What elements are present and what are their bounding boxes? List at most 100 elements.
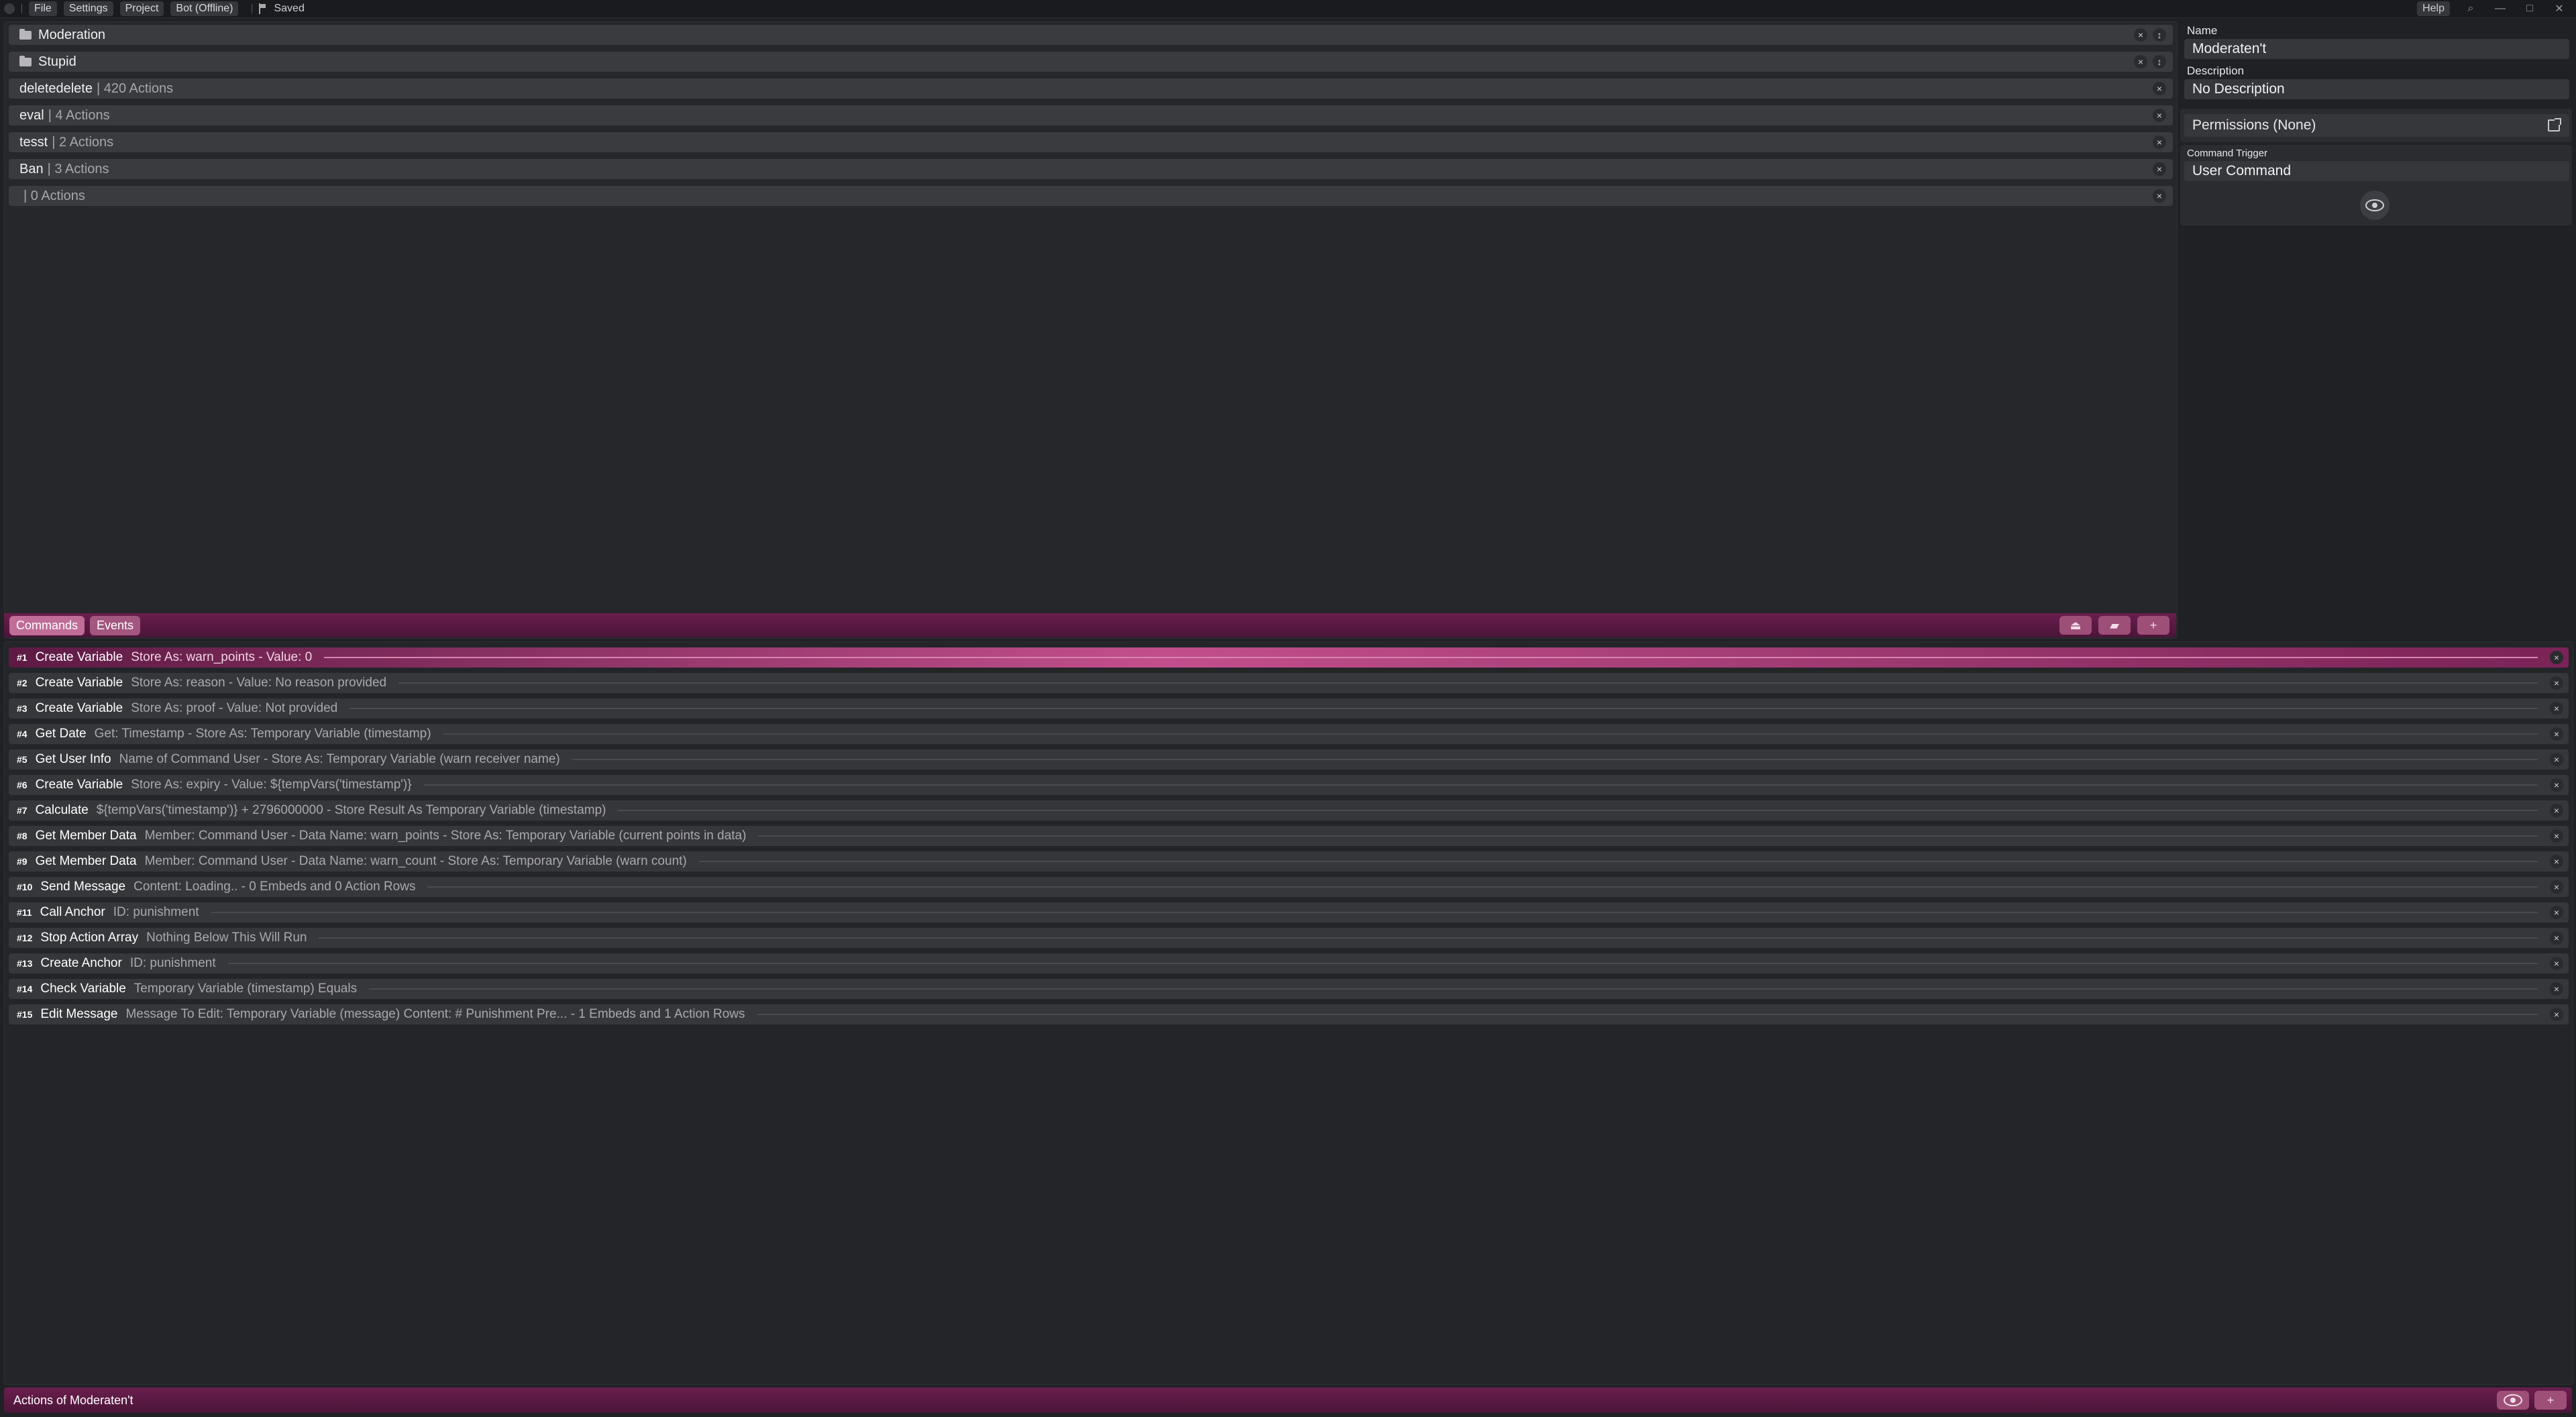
close-icon[interactable]: × [2153, 82, 2166, 95]
menu-separator [21, 4, 22, 13]
tab-events[interactable]: Events [90, 615, 141, 635]
close-icon[interactable]: × [2550, 982, 2563, 996]
action-row[interactable]: #14 Check Variable Temporary Variable (t… [9, 979, 2569, 999]
close-icon[interactable]: × [2550, 702, 2563, 715]
close-icon[interactable]: × [2550, 727, 2563, 741]
action-description: Member: Command User - Data Name: warn_p… [144, 829, 747, 843]
new-folder-icon[interactable]: ▰ [2098, 616, 2131, 635]
minimize-icon[interactable]: — [2491, 3, 2509, 15]
action-row[interactable]: #7 Calculate ${tempVars('timestamp')} + … [9, 800, 2569, 821]
action-row[interactable]: #10 Send Message Content: Loading.. - 0 … [9, 877, 2569, 897]
close-icon[interactable]: × [2550, 880, 2563, 894]
action-row[interactable]: #11 Call Anchor ID: punishment × [9, 902, 2569, 923]
command-row-tesst[interactable]: tesst | 2 Actions × [9, 132, 2173, 152]
command-row-deletedelete[interactable]: deletedelete | 420 Actions × [9, 78, 2173, 99]
action-row[interactable]: #3 Create Variable Store As: proof - Val… [9, 698, 2569, 719]
action-description: ${tempVars('timestamp')} + 2796000000 - … [96, 803, 606, 817]
add-command-icon[interactable]: + [2137, 616, 2169, 635]
action-name: Stop Action Array [40, 931, 139, 945]
add-action-icon[interactable]: + [2534, 1391, 2567, 1410]
close-icon[interactable]: × [2153, 109, 2166, 122]
help-button[interactable]: Help [2417, 1, 2450, 16]
folder-row-moderation[interactable]: Moderation × ↕ [9, 25, 2173, 45]
properties-panel: Name Moderaten't Description No Descript… [2180, 21, 2572, 225]
close-icon[interactable]: × [2153, 189, 2166, 203]
actions-panel: #1 Create Variable Store As: warn_points… [4, 641, 2573, 1385]
close-icon[interactable]: × [2550, 676, 2563, 690]
preview-actions-button[interactable] [2497, 1391, 2529, 1410]
maximize-icon[interactable]: □ [2521, 3, 2538, 15]
action-row[interactable]: #9 Get Member Data Member: Command User … [9, 851, 2569, 872]
close-icon[interactable]: × [2134, 28, 2147, 42]
action-number: #1 [17, 652, 28, 663]
close-icon[interactable]: × [2550, 778, 2563, 792]
save-flag-icon [259, 3, 268, 14]
action-name: Send Message [40, 880, 126, 894]
close-icon[interactable]: × [2550, 855, 2563, 868]
close-window-icon[interactable]: ✕ [2551, 2, 2568, 15]
open-external-icon [2548, 118, 2561, 132]
action-row[interactable]: #15 Edit Message Message To Edit: Tempor… [9, 1004, 2569, 1025]
close-icon[interactable]: × [2550, 651, 2563, 664]
action-row[interactable]: #5 Get User Info Name of Command User - … [9, 749, 2569, 770]
close-icon[interactable]: × [2134, 55, 2147, 68]
action-row[interactable]: #1 Create Variable Store As: warn_points… [9, 647, 2569, 668]
command-action-count: | 4 Actions [48, 107, 110, 123]
row-divider-line [423, 784, 2538, 786]
command-row-unnamed[interactable]: | 0 Actions × [9, 186, 2173, 206]
folder-name: Stupid [38, 54, 76, 69]
command-row-eval[interactable]: eval | 4 Actions × [9, 105, 2173, 125]
search-icon[interactable]: ⌕ [2462, 3, 2479, 15]
action-row[interactable]: #4 Get Date Get: Timestamp - Store As: T… [9, 724, 2569, 744]
close-icon[interactable]: × [2550, 804, 2563, 817]
app-logo-icon [4, 3, 15, 14]
action-name: Get Date [35, 727, 87, 741]
trigger-select[interactable]: User Command [2184, 161, 2569, 181]
action-name: Create Variable [35, 701, 123, 715]
action-name: Edit Message [40, 1007, 118, 1021]
action-number: #13 [17, 958, 33, 969]
action-description: Message To Edit: Temporary Variable (mes… [125, 1007, 745, 1021]
close-icon[interactable]: × [2550, 1008, 2563, 1021]
close-icon[interactable]: × [2550, 753, 2563, 766]
preview-button[interactable] [2360, 191, 2390, 220]
action-number: #5 [17, 754, 28, 765]
close-icon[interactable]: × [2550, 906, 2563, 919]
description-field[interactable]: No Description [2184, 79, 2569, 99]
eye-icon [2365, 199, 2384, 211]
action-description: Store As: warn_points - Value: 0 [131, 650, 313, 664]
action-number: #15 [17, 1009, 33, 1020]
menu-project[interactable]: Project [119, 1, 164, 16]
command-row-ban[interactable]: Ban | 3 Actions × [9, 159, 2173, 179]
close-icon[interactable]: × [2550, 957, 2563, 970]
name-field[interactable]: Moderaten't [2184, 39, 2569, 59]
action-row[interactable]: #13 Create Anchor ID: punishment × [9, 953, 2569, 974]
close-icon[interactable]: × [2153, 136, 2166, 149]
move-icon[interactable]: ↕ [2153, 28, 2166, 42]
tab-commands[interactable]: Commands [9, 615, 85, 635]
close-icon[interactable]: × [2550, 829, 2563, 843]
import-icon[interactable]: ⏏ [2059, 616, 2092, 635]
move-icon[interactable]: ↕ [2153, 55, 2166, 68]
menu-settings[interactable]: Settings [63, 1, 113, 16]
command-name: tesst [19, 134, 48, 150]
permissions-button[interactable]: Permissions (None) [2184, 114, 2569, 137]
menu-bot-status[interactable]: Bot (Offline) [170, 1, 239, 16]
action-number: #3 [17, 703, 28, 714]
action-name: Get User Info [35, 752, 111, 766]
menu-file[interactable]: File [29, 1, 57, 16]
row-divider-line [398, 682, 2538, 684]
folder-row-stupid[interactable]: Stupid × ↕ [9, 52, 2173, 72]
action-row[interactable]: #6 Create Variable Store As: expiry - Va… [9, 775, 2569, 795]
command-action-count: | 2 Actions [52, 134, 114, 150]
row-divider-line [698, 861, 2538, 862]
action-row[interactable]: #12 Stop Action Array Nothing Below This… [9, 928, 2569, 948]
action-row[interactable]: #8 Get Member Data Member: Command User … [9, 826, 2569, 846]
description-label: Description [2187, 64, 2245, 77]
command-action-count: | 3 Actions [47, 161, 109, 176]
folder-icon [19, 55, 32, 66]
close-icon[interactable]: × [2153, 162, 2166, 176]
close-icon[interactable]: × [2550, 931, 2563, 945]
action-name: Get Member Data [35, 854, 137, 868]
action-row[interactable]: #2 Create Variable Store As: reason - Va… [9, 673, 2569, 693]
